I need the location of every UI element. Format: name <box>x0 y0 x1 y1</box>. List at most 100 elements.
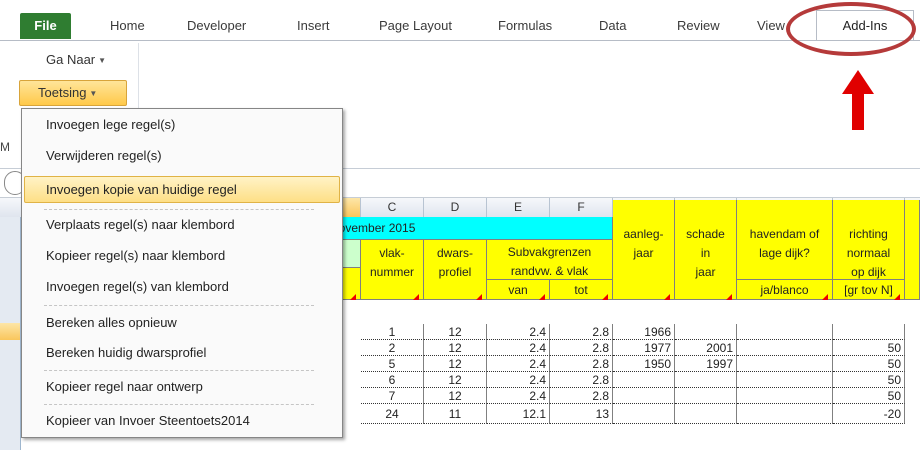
table-cell[interactable]: 11 <box>424 404 487 424</box>
ribbon-tab-bar: File Home Developer Insert Page Layout F… <box>0 0 920 41</box>
table-cell[interactable]: 2.8 <box>550 324 613 340</box>
table-cell[interactable]: 1950 <box>613 356 675 372</box>
header-ja-blanco[interactable]: ja/blanco <box>737 280 833 300</box>
menu-item-invoegen-van-klembord[interactable]: Invoegen regel(s) van klembord <box>46 279 229 294</box>
ga-naar-dropdown[interactable]: Ga Naar ▼ <box>46 52 106 67</box>
table-cell[interactable]: 12 <box>424 356 487 372</box>
table-cell[interactable]: 12 <box>424 340 487 356</box>
header-richting[interactable]: richting normaal op dijk <box>833 200 905 280</box>
column-header-f[interactable]: F <box>550 198 613 217</box>
menu-item-bereken-huidig-dwarsprofiel[interactable]: Bereken huidig dwarsprofiel <box>46 345 206 360</box>
tab-view[interactable]: View <box>757 13 785 39</box>
table-cell[interactable]: 2.8 <box>550 340 613 356</box>
menu-item-invoegen-kopie-huidige-regel[interactable]: Invoegen kopie van huidige regel <box>46 182 237 197</box>
table-cell[interactable] <box>613 404 675 424</box>
table-cell[interactable]: 1977 <box>613 340 675 356</box>
tab-review[interactable]: Review <box>677 13 720 39</box>
table-cell[interactable]: 2.4 <box>487 356 550 372</box>
ga-naar-label: Ga Naar <box>46 52 96 67</box>
table-cell[interactable] <box>737 404 833 424</box>
comment-indicator <box>476 294 482 300</box>
banner-cell[interactable]: november 2015 <box>330 217 613 240</box>
header-k-partial[interactable] <box>905 200 920 300</box>
table-cell[interactable]: 2.4 <box>487 324 550 340</box>
table-cell[interactable] <box>675 388 737 404</box>
table-cell[interactable]: 5 <box>361 356 424 372</box>
table-cell[interactable]: 12.1 <box>487 404 550 424</box>
menu-separator <box>44 209 314 210</box>
table-cell[interactable] <box>737 356 833 372</box>
table-cell[interactable]: 50 <box>833 372 905 388</box>
table-cell[interactable] <box>613 372 675 388</box>
table-cell[interactable] <box>613 388 675 404</box>
table-cell[interactable]: -20 <box>833 404 905 424</box>
table-cell[interactable]: 50 <box>833 356 905 372</box>
table-cell[interactable]: 2.8 <box>550 356 613 372</box>
row-header-selected[interactable] <box>0 323 20 340</box>
tab-page-layout[interactable]: Page Layout <box>379 13 452 39</box>
tab-developer[interactable]: Developer <box>187 13 246 39</box>
table-cell[interactable]: 2001 <box>675 340 737 356</box>
tab-data[interactable]: Data <box>599 13 626 39</box>
table-cell[interactable]: 2.4 <box>487 372 550 388</box>
menu-item-verplaats-naar-klembord[interactable]: Verplaats regel(s) naar klembord <box>46 217 235 232</box>
header-vlaknummer[interactable]: vlak- nummer <box>361 240 424 300</box>
table-cell[interactable]: 2.4 <box>487 388 550 404</box>
table-cell[interactable] <box>737 372 833 388</box>
comment-indicator <box>350 294 356 300</box>
table-cell[interactable]: 2.4 <box>487 340 550 356</box>
menu-item-kopieer-regel-naar-ontwerp[interactable]: Kopieer regel naar ontwerp <box>46 379 203 394</box>
header-dwarsprofiel[interactable]: dwars- profiel <box>424 240 487 300</box>
menu-item-bereken-alles-opnieuw[interactable]: Bereken alles opnieuw <box>46 315 177 330</box>
table-cell[interactable]: 13 <box>550 404 613 424</box>
toetsing-dropdown-button[interactable]: Toetsing ▼ <box>19 80 127 106</box>
menu-item-verwijderen-regels[interactable]: Verwijderen regel(s) <box>46 148 162 163</box>
table-cell[interactable] <box>737 324 833 340</box>
table-cell[interactable]: 2.8 <box>550 388 613 404</box>
header-subvakgrenzen[interactable]: Subvakgrenzen randvw. & vlak <box>487 240 613 280</box>
menu-separator <box>44 305 314 306</box>
table-cell[interactable] <box>675 324 737 340</box>
tab-home[interactable]: Home <box>110 13 145 39</box>
tab-file[interactable]: File <box>20 13 71 39</box>
column-header-c[interactable]: C <box>361 198 424 217</box>
menu-item-invoegen-lege-regels[interactable]: Invoegen lege regel(s) <box>46 117 175 132</box>
table-cell[interactable]: 1966 <box>613 324 675 340</box>
menu-item-kopieer-van-invoer-steentoets[interactable]: Kopieer van Invoer Steentoets2014 <box>46 413 250 428</box>
tab-formulas[interactable]: Formulas <box>498 13 552 39</box>
table-cell[interactable] <box>675 372 737 388</box>
table-cell[interactable] <box>737 388 833 404</box>
table-cell[interactable]: 50 <box>833 388 905 404</box>
table-cell[interactable]: 2 <box>361 340 424 356</box>
table-cell[interactable]: 2.8 <box>550 372 613 388</box>
comment-indicator <box>602 294 608 300</box>
comment-indicator <box>664 294 670 300</box>
table-cell[interactable] <box>675 404 737 424</box>
table-cell[interactable]: 1 <box>361 324 424 340</box>
table-cell[interactable]: 6 <box>361 372 424 388</box>
header-aanlegjaar[interactable]: aanleg- jaar <box>613 200 675 300</box>
tab-insert[interactable]: Insert <box>297 13 330 39</box>
header-havendam[interactable]: havendam of lage dijk? <box>737 200 833 280</box>
table-cell[interactable]: 50 <box>833 340 905 356</box>
comment-indicator <box>539 294 545 300</box>
comment-indicator <box>413 294 419 300</box>
table-cell[interactable]: 7 <box>361 388 424 404</box>
chevron-down-icon: ▼ <box>98 56 107 65</box>
table-cell[interactable]: 24 <box>361 404 424 424</box>
table-cell[interactable]: 12 <box>424 324 487 340</box>
table-cell[interactable]: 12 <box>424 388 487 404</box>
comment-indicator <box>726 294 732 300</box>
table-cell[interactable] <box>833 324 905 340</box>
header-schadejaar[interactable]: schade in jaar <box>675 200 737 300</box>
column-header-e[interactable]: E <box>487 198 550 217</box>
arrow-up-icon <box>842 70 874 130</box>
table-cell[interactable]: 12 <box>424 372 487 388</box>
ribbon-group-label: M <box>0 140 10 154</box>
table-cell[interactable] <box>737 340 833 356</box>
menu-item-kopieer-naar-klembord[interactable]: Kopieer regel(s) naar klembord <box>46 248 225 263</box>
column-header-d[interactable]: D <box>424 198 487 217</box>
comment-indicator <box>894 294 900 300</box>
table-cell[interactable]: 1997 <box>675 356 737 372</box>
comment-indicator <box>822 294 828 300</box>
